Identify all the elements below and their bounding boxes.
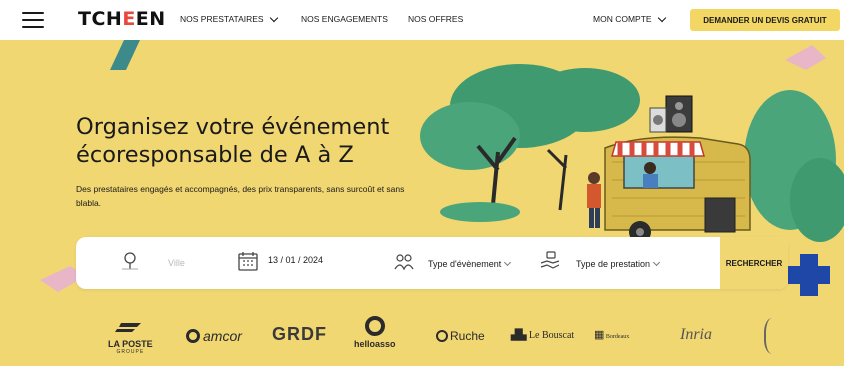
brand-logo[interactable]: TCHEEN — [78, 8, 166, 30]
service-type-label: Type de prestation — [576, 259, 651, 269]
nav-prestataires[interactable]: NOS PRESTATAIRES — [180, 13, 278, 24]
partner-logo-le-bouscat: ▟▙ Le Bouscat — [511, 330, 575, 341]
pink-chevron-decoration — [785, 45, 826, 70]
nav-offres[interactable]: NOS OFFRES — [408, 14, 463, 24]
hamburger-menu-icon[interactable] — [22, 12, 44, 28]
chevron-down-icon — [657, 13, 666, 22]
account-menu-label: MON COMPTE — [593, 14, 652, 24]
partner-logo-bordeaux: ▦ Bordeaux — [594, 329, 630, 341]
partner-logos: LA POSTE GROUPE amcor GRDF helloasso Ruc… — [0, 312, 844, 366]
tree-canopy — [530, 68, 640, 132]
laposte-bird-icon — [115, 323, 142, 332]
account-menu[interactable]: MON COMPTE — [593, 13, 666, 24]
date-input[interactable]: 13 / 01 / 2024 — [268, 255, 323, 265]
partner-logo-grdf: GRDF — [272, 324, 327, 344]
hero-title: Organisez votre événement écoresponsable… — [76, 114, 390, 168]
search-button[interactable]: RECHERCHER — [720, 237, 788, 289]
nav-prestataires-label: NOS PRESTATAIRES — [180, 14, 264, 24]
nav-engagements-label: NOS ENGAGEMENTS — [301, 14, 388, 24]
event-type-label: Type d'évènement — [428, 259, 502, 269]
chevron-down-icon — [653, 258, 661, 267]
partner-logo-ruche: Ruche — [436, 329, 485, 343]
menu-board — [704, 197, 736, 233]
request-quote-button[interactable]: DEMANDER UN DEVIS GRATUIT — [690, 9, 840, 31]
location-pin-icon — [122, 252, 138, 270]
truck-window — [623, 153, 695, 189]
partner-logo-amcor: amcor — [186, 328, 242, 344]
calendar-icon — [238, 252, 258, 271]
le-bouscat-mark-icon: ▟▙ — [511, 330, 527, 341]
chevron-down-icon — [504, 258, 512, 267]
teal-slash-decoration — [110, 40, 140, 70]
bordeaux-crest-icon: ▦ — [594, 329, 605, 341]
amcor-circle-icon — [186, 329, 200, 343]
blue-plus-decoration — [788, 254, 830, 296]
partner-logo-partial — [764, 318, 784, 354]
partner-logo-laposte: LA POSTE GROUPE — [108, 320, 153, 355]
top-navbar: TCHEEN NOS PRESTATAIRES NOS ENGAGEMENTS … — [0, 0, 844, 40]
hero-subtitle: Des prestataires engagés et accompagnés,… — [76, 184, 405, 208]
handshake-icon — [540, 251, 560, 269]
partner-logo-helloasso: helloasso — [354, 316, 396, 349]
person — [587, 184, 601, 208]
event-type-select[interactable]: Type d'évènement — [428, 258, 512, 269]
nav-offres-label: NOS OFFRES — [408, 14, 464, 24]
helloasso-circle-icon — [364, 316, 385, 336]
hero-section: Organisez votre événement écoresponsable… — [0, 40, 844, 366]
ruche-circle-icon — [436, 330, 448, 342]
service-type-select[interactable]: Type de prestation — [576, 258, 661, 269]
chevron-down-icon — [269, 13, 278, 22]
nav-engagements[interactable]: NOS ENGAGEMENTS — [301, 14, 388, 24]
partner-logo-inria: Inria — [680, 326, 712, 343]
city-input[interactable]: Ville — [168, 258, 185, 268]
search-bar: Ville 13 / 01 / 2024 Type d'évènement Ty… — [76, 237, 788, 289]
people-icon — [394, 254, 414, 271]
